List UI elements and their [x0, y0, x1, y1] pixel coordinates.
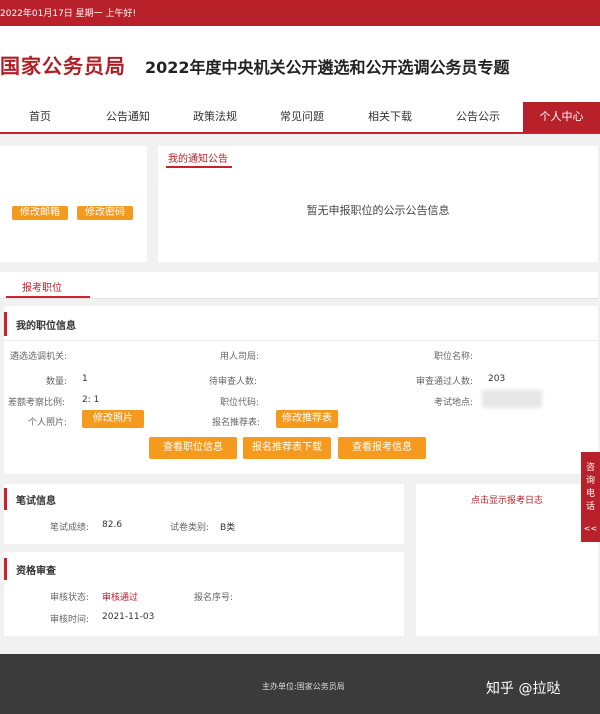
nav-policies[interactable]: 政策法规	[175, 102, 255, 132]
section-marker	[4, 488, 7, 510]
paper-type-value: B类	[220, 523, 236, 533]
review-status-label: 审核状态:	[50, 593, 90, 603]
written-exam-title: 笔试信息	[16, 496, 56, 507]
download-form-button[interactable]: 报名推荐表下载	[243, 437, 331, 459]
passed-review-value: 203	[488, 374, 506, 384]
pending-review-label: 待审查人数:	[209, 377, 258, 387]
main-nav: 首页 公告通知 政策法规 常见问题 相关下载 公告公示 个人中心	[0, 102, 600, 134]
nav-downloads[interactable]: 相关下载	[350, 102, 430, 132]
count-value: 1	[82, 374, 88, 384]
edit-email-button[interactable]: 修改邮箱	[12, 206, 68, 220]
show-log-link[interactable]: 点击显示报考日志	[416, 493, 598, 506]
consult-phone-label: 咨询电话	[585, 463, 595, 512]
section-marker	[4, 558, 7, 580]
ratio-label: 差额考察比例:	[8, 398, 66, 408]
exam-location-label: 考试地点:	[434, 398, 474, 408]
paper-type-label: 试卷类别:	[170, 523, 210, 533]
ratio-value: 2: 1	[82, 395, 100, 405]
passed-review-label: 审查通过人数:	[416, 377, 474, 387]
blurred-location	[482, 390, 542, 408]
tab-position-underline	[6, 296, 90, 298]
notices-panel: 我的通知公告 暂无申报职位的公示公告信息	[158, 146, 598, 262]
review-status-value: 审核通过	[102, 593, 139, 603]
nav-announcements[interactable]: 公告通知	[88, 102, 168, 132]
recommendation-form-label: 报名推荐表:	[212, 418, 261, 428]
nav-public-notices[interactable]: 公告公示	[438, 102, 518, 132]
nav-home[interactable]: 首页	[0, 102, 80, 132]
view-position-button[interactable]: 查看职位信息	[149, 437, 237, 459]
written-exam-panel: 笔试信息 笔试成绩: 82.6 试卷类别: B类	[4, 484, 404, 544]
top-bar: 2022年01月17日 星期一 上午好!	[0, 0, 600, 26]
watermark: 知乎 @拉哒	[486, 681, 561, 697]
department-label: 用人司局:	[220, 352, 260, 362]
collapse-arrow-icon: <<	[583, 524, 598, 533]
nav-faq[interactable]: 常见问题	[262, 102, 342, 132]
notices-title-underline	[166, 166, 232, 168]
score-label: 笔试成绩:	[50, 523, 90, 533]
position-tab-strip: 报考职位	[0, 272, 598, 299]
edit-password-button[interactable]: 修改密码	[77, 206, 133, 220]
position-code-label: 职位代码:	[220, 398, 260, 408]
sponsor-text: 主办单位:国家公务员局	[262, 682, 345, 691]
account-panel: 修改邮箱 修改密码	[0, 146, 147, 262]
edit-photo-button[interactable]: 修改照片	[82, 410, 144, 428]
registration-log-panel: 点击显示报考日志	[416, 484, 598, 636]
position-info-panel: 我的职位信息 遴选选调机关: 用人司局: 职位名称: 数量: 1 待审查人数: …	[4, 306, 598, 474]
site-footer: 主办单位:国家公务员局 知乎 @拉哒	[0, 654, 600, 714]
photo-label: 个人照片:	[28, 418, 68, 428]
review-time-label: 审核时间:	[50, 615, 90, 625]
page-title: 2022年度中央机关公开遴选和公开选调公务员专题	[145, 58, 510, 77]
notices-empty-message: 暂无申报职位的公示公告信息	[306, 204, 450, 217]
count-label: 数量:	[46, 377, 68, 387]
site-header: 国家公务员局 2022年度中央机关公开遴选和公开选调公务员专题	[0, 26, 600, 102]
notices-title: 我的通知公告	[168, 154, 228, 165]
agency-label: 遴选选调机关:	[10, 352, 68, 362]
position-info-title: 我的职位信息	[16, 321, 76, 332]
view-registration-button[interactable]: 查看报考信息	[338, 437, 426, 459]
tab-position[interactable]: 报考职位	[22, 279, 62, 294]
date-greeting: 2022年01月17日 星期一 上午好!	[0, 9, 137, 19]
site-logo[interactable]: 国家公务员局	[0, 50, 126, 79]
score-value: 82.6	[102, 520, 123, 530]
qualification-review-title: 资格审查	[16, 566, 56, 577]
review-time-value: 2021-11-03	[102, 612, 155, 622]
qualification-review-panel: 资格审查 审核状态: 审核通过 报名序号: 审核时间: 2021-11-03	[4, 552, 404, 636]
section-marker	[4, 312, 7, 336]
divider	[4, 340, 598, 341]
consult-phone-tab[interactable]: 咨询电话 <<	[581, 452, 600, 542]
nav-personal-center[interactable]: 个人中心	[523, 102, 600, 132]
edit-recommendation-form-button[interactable]: 修改推荐表	[276, 410, 338, 428]
registration-number-label: 报名序号:	[194, 593, 234, 603]
position-name-label: 职位名称:	[434, 352, 474, 362]
